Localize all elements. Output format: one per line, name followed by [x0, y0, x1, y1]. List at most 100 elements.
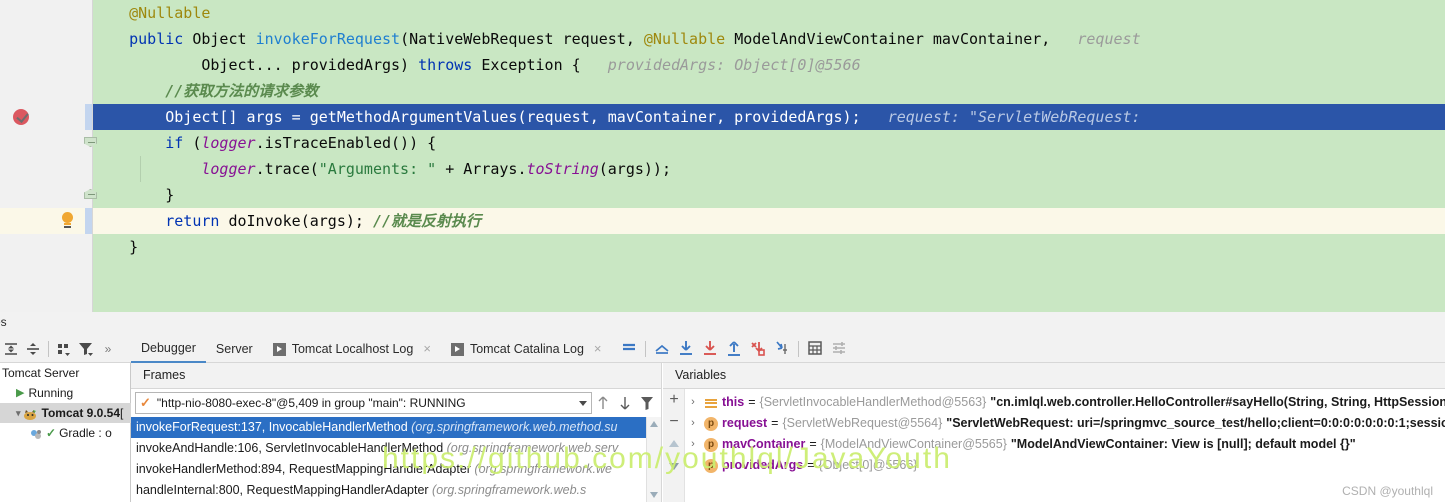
line-gutter[interactable]	[0, 156, 40, 182]
services-tree-item[interactable]: ▶Running	[0, 383, 131, 403]
debugger-tab-bar[interactable]: DebuggerServerTomcat Localhost Log×Tomca…	[131, 336, 1445, 363]
layout-settings-icon[interactable]	[619, 338, 641, 360]
more-options-icon[interactable]: »	[97, 338, 119, 360]
expand-chevron-icon[interactable]: ›	[686, 413, 700, 434]
code-token: logger	[201, 134, 255, 152]
variable-row[interactable]: ›pmavContainer={ModelAndViewContainer@55…	[686, 434, 1445, 455]
expand-chevron-icon[interactable]: ›	[686, 392, 700, 413]
frame-list-item[interactable]: invokeForRequest:137, InvocableHandlerMe…	[131, 417, 647, 438]
intention-bulb-icon[interactable]	[61, 212, 73, 230]
run-to-cursor-icon[interactable]	[772, 338, 794, 360]
services-tree-item[interactable]: ▾Tomcat 9.0.54 [	[0, 403, 131, 423]
frame-list-item[interactable]: invokeHandlerMethod:894, RequestMappingH…	[131, 459, 647, 480]
code-line[interactable]: //获取方法的请求参数	[0, 78, 1445, 104]
code-line[interactable]: logger.trace("Arguments: " + Arrays.toSt…	[0, 156, 1445, 182]
line-gutter[interactable]	[0, 130, 40, 156]
line-gutter[interactable]	[0, 78, 40, 104]
line-gutter[interactable]	[0, 52, 40, 78]
add-watch-button[interactable]: +	[663, 389, 685, 411]
variable-row[interactable]: ›prequest={ServletWebRequest@5564}"Servl…	[686, 413, 1445, 434]
filter-icon[interactable]	[75, 338, 97, 360]
code-line[interactable]: }	[0, 182, 1445, 208]
variable-value: "cn.imlql.web.controller.HelloController…	[990, 392, 1445, 413]
settings-icon[interactable]	[829, 338, 851, 360]
code-line[interactable]: Object... providedArgs) throws Exception…	[0, 52, 1445, 78]
thread-running-check-icon: ✓	[140, 395, 151, 411]
frame-package: (org.springframework.web.s	[432, 483, 586, 497]
frames-filter-button[interactable]	[636, 392, 658, 414]
line-gutter[interactable]	[0, 0, 40, 26]
force-step-into-icon[interactable]	[748, 338, 770, 360]
services-tree-item[interactable]: Tomcat Server	[0, 363, 131, 383]
services-tree-item[interactable]: ✓Gradle : o	[0, 423, 131, 443]
watch-up-button[interactable]	[663, 433, 685, 455]
watch-down-button[interactable]	[663, 455, 685, 477]
frames-list[interactable]: invokeForRequest:137, InvocableHandlerMe…	[131, 417, 647, 501]
services-tree[interactable]: Tomcat Server▶Running▾Tomcat 9.0.54 [✓Gr…	[0, 363, 131, 443]
thread-selector-row[interactable]: ✓ "http-nio-8080-exec-8"@5,409 in group …	[131, 389, 662, 417]
code-token: .trace(	[256, 160, 319, 178]
step-over-icon[interactable]	[676, 338, 698, 360]
line-fold-gutter[interactable]	[85, 234, 93, 260]
line-gutter[interactable]	[0, 26, 40, 52]
chevron-down-icon[interactable]	[579, 401, 587, 406]
frame-list-item[interactable]: invokeAndHandle:106, ServletInvocableHan…	[131, 438, 647, 459]
services-toolbar[interactable]: »	[0, 336, 131, 363]
code-token: Object... providedArgs)	[93, 56, 418, 74]
frame-list-item[interactable]: handleInternal:800, RequestMappingHandle…	[131, 480, 647, 501]
remove-watch-button[interactable]: −	[663, 411, 685, 433]
line-fold-gutter[interactable]	[85, 104, 93, 130]
run-green-triangle-icon: ▶	[16, 383, 24, 403]
services-pane: » Tomcat Server▶Running▾Tomcat 9.0.54 [✓…	[0, 336, 131, 502]
code-line[interactable]: }	[0, 234, 1445, 260]
show-execution-point-icon[interactable]	[652, 338, 674, 360]
variable-row[interactable]: ›this={ServletInvocableHandlerMethod@556…	[686, 392, 1445, 413]
collapse-all-icon[interactable]	[22, 338, 44, 360]
close-icon[interactable]: ×	[423, 336, 431, 362]
line-fold-gutter[interactable]	[85, 0, 93, 26]
close-icon[interactable]: ×	[594, 336, 602, 362]
code-line[interactable]: if (logger.isTraceEnabled()) {	[0, 130, 1445, 156]
code-line[interactable]: @Nullable	[0, 0, 1445, 26]
tab-debugger[interactable]: Debugger	[131, 336, 206, 363]
thread-selector-combobox[interactable]: ✓ "http-nio-8080-exec-8"@5,409 in group …	[135, 392, 592, 414]
code-token	[93, 160, 201, 178]
code-line[interactable]: return doInvoke(args); //就是反射执行	[0, 208, 1445, 234]
line-fold-gutter[interactable]	[85, 78, 93, 104]
code-line-text: logger.trace("Arguments: " + Arrays.toSt…	[93, 156, 671, 182]
line-background	[93, 0, 1445, 26]
expand-chevron-icon[interactable]: ›	[686, 434, 700, 455]
line-gutter[interactable]	[0, 182, 40, 208]
code-line[interactable]: Object[] args = getMethodArgumentValues(…	[0, 104, 1445, 130]
step-into-icon[interactable]	[700, 338, 722, 360]
scroll-up-arrow[interactable]	[647, 417, 662, 431]
code-line-text: return doInvoke(args); //就是反射执行	[93, 208, 481, 234]
frames-down-button[interactable]	[614, 392, 636, 414]
line-fold-gutter[interactable]	[85, 26, 93, 52]
chevron-down-icon[interactable]: ▾	[16, 403, 21, 423]
expand-all-icon[interactable]	[0, 338, 22, 360]
tab-tomcat-catalina-log[interactable]: Tomcat Catalina Log×	[441, 336, 612, 363]
code-token: invokeForRequest	[256, 30, 401, 48]
frames-up-button[interactable]	[592, 392, 614, 414]
line-gutter[interactable]	[0, 208, 40, 234]
scroll-down-arrow[interactable]	[647, 488, 662, 502]
breakpoint-icon[interactable]	[13, 109, 29, 125]
code-editor[interactable]: @Nullable public Object invokeForRequest…	[0, 0, 1445, 312]
tab-server[interactable]: Server	[206, 336, 263, 363]
line-fold-gutter[interactable]	[85, 208, 93, 234]
variables-toolbar[interactable]: + −	[663, 389, 685, 502]
line-gutter[interactable]	[0, 234, 40, 260]
line-fold-gutter[interactable]	[85, 52, 93, 78]
line-fold-gutter[interactable]	[85, 156, 93, 182]
evaluate-expression-icon[interactable]	[805, 338, 827, 360]
variable-row[interactable]: pprovidedArgs={Object[0]@5566}	[686, 455, 1445, 476]
variables-list[interactable]: ›this={ServletInvocableHandlerMethod@556…	[686, 392, 1445, 476]
group-by-icon[interactable]	[53, 338, 75, 360]
code-line[interactable]: public Object invokeForRequest(NativeWeb…	[0, 26, 1445, 52]
variable-reference: {ServletWebRequest@5564}	[782, 413, 942, 434]
tab-tomcat-localhost-log[interactable]: Tomcat Localhost Log×	[263, 336, 441, 363]
frames-scrollbar[interactable]	[646, 417, 661, 502]
step-out-icon[interactable]	[724, 338, 746, 360]
editor-lines[interactable]: @Nullable public Object invokeForRequest…	[0, 0, 1445, 260]
